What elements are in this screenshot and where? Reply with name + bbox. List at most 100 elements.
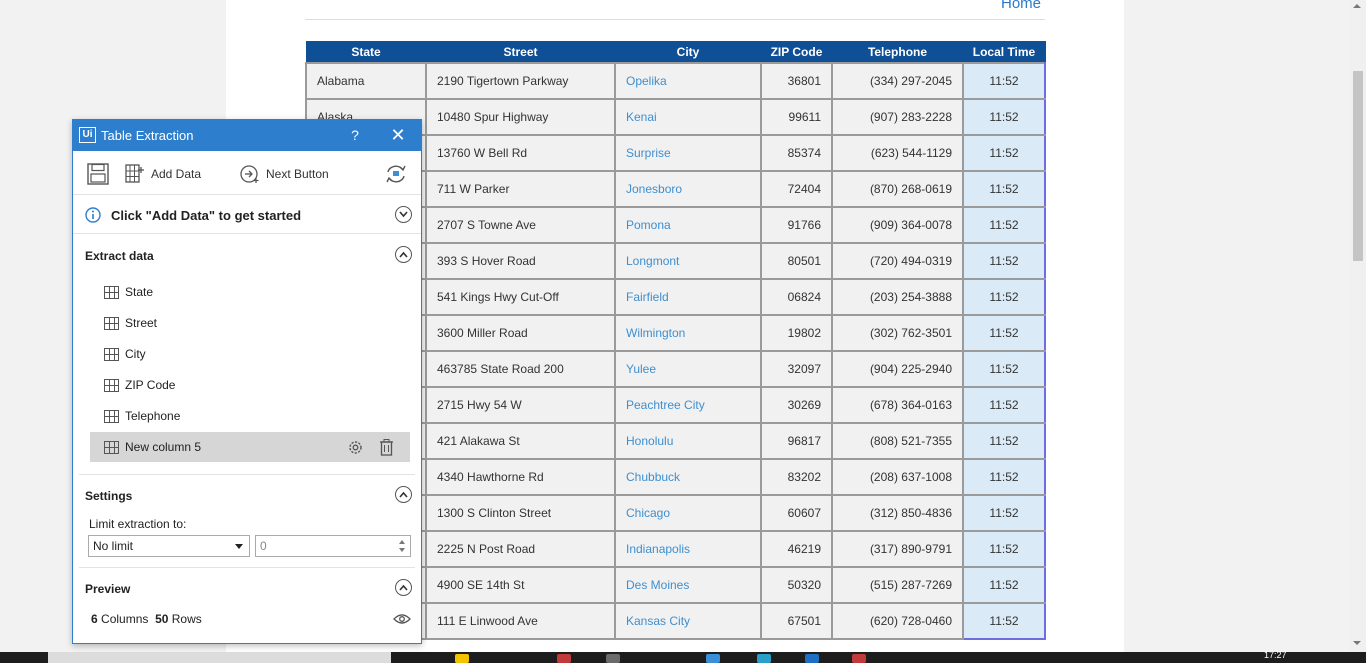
add-data-label: Add Data: [151, 167, 202, 181]
taskbar-app-icon[interactable]: [757, 654, 771, 663]
cell-zip: 80501: [760, 241, 833, 280]
taskbar-app-icon[interactable]: [706, 654, 720, 663]
taskbar-app-icon[interactable]: [606, 654, 620, 663]
next-button-button[interactable]: Next Button: [240, 163, 329, 185]
next-button-label: Next Button: [266, 167, 329, 181]
cell-time: 11:52: [962, 565, 1046, 604]
cell-city[interactable]: Kansas City: [614, 601, 762, 640]
cell-street: 541 Kings Hwy Cut-Off: [425, 277, 616, 316]
cell-city[interactable]: Indianapolis: [614, 529, 762, 568]
cell-zip: 46219: [760, 529, 833, 568]
add-data-icon: [125, 164, 144, 183]
cell-city[interactable]: Opelika: [614, 61, 762, 100]
column-item-label: New column 5: [125, 440, 202, 454]
cell-city[interactable]: Des Moines: [614, 565, 762, 604]
column-icon: [104, 285, 119, 299]
home-link[interactable]: Home: [1001, 0, 1041, 12]
column-item-zip-code[interactable]: ZIP Code: [90, 370, 410, 400]
cell-city[interactable]: Pomona: [614, 205, 762, 244]
cell-zip: 36801: [760, 61, 833, 100]
header-telephone[interactable]: Telephone: [831, 41, 964, 63]
cell-zip: 50320: [760, 565, 833, 604]
cell-zip: 32097: [760, 349, 833, 388]
chevron-up-icon: [399, 251, 408, 258]
trash-icon[interactable]: [379, 439, 394, 456]
column-item-telephone[interactable]: Telephone: [90, 401, 410, 431]
chevron-down-icon: [399, 211, 408, 218]
cell-time: 11:52: [962, 241, 1046, 280]
cell-city[interactable]: Chicago: [614, 493, 762, 532]
limit-select[interactable]: No limit: [88, 535, 250, 557]
header-state[interactable]: State: [305, 41, 427, 63]
close-button[interactable]: ✕: [389, 125, 407, 146]
cell-tel: (620) 728-0460: [831, 601, 964, 640]
cell-city[interactable]: Yulee: [614, 349, 762, 388]
eye-icon[interactable]: [393, 613, 411, 625]
columns-label: Columns: [101, 612, 149, 626]
cell-tel: (312) 850-4836: [831, 493, 964, 532]
taskbar-clock[interactable]: 17:27: [1264, 650, 1287, 660]
column-item-new-column-5[interactable]: New column 5: [90, 432, 410, 462]
cell-time: 11:52: [962, 61, 1046, 100]
stepper-down-icon[interactable]: [399, 548, 405, 552]
hint-expand-button[interactable]: [395, 206, 412, 223]
dialog-titlebar[interactable]: Ui Table Extraction ? ✕: [73, 120, 421, 151]
cell-street: 2715 Hwy 54 W: [425, 385, 616, 424]
header-city[interactable]: City: [614, 41, 762, 63]
cell-tel: (623) 544-1129: [831, 133, 964, 172]
column-item-street[interactable]: Street: [90, 308, 410, 338]
cell-street: 2225 N Post Road: [425, 529, 616, 568]
cell-city[interactable]: Kenai: [614, 97, 762, 136]
scroll-up-icon[interactable]: [1353, 4, 1361, 8]
page-scrollbar[interactable]: [1349, 0, 1366, 652]
taskbar-app-icon[interactable]: [805, 654, 819, 663]
table-row: Alabama 2190 Tigertown Parkway Opelika 3680…: [305, 61, 1046, 100]
stepper-up-icon[interactable]: [399, 540, 405, 544]
taskbar-app-icon[interactable]: [455, 654, 469, 663]
scroll-thumb[interactable]: [1353, 71, 1363, 261]
cell-tel: (808) 521-7355: [831, 421, 964, 460]
cell-street: 393 S Hover Road: [425, 241, 616, 280]
cell-zip: 72404: [760, 169, 833, 208]
cell-city[interactable]: Surprise: [614, 133, 762, 172]
rows-label: Rows: [171, 612, 202, 626]
column-icon: [104, 316, 119, 330]
add-data-button[interactable]: Add Data: [125, 163, 201, 185]
header-zip[interactable]: ZIP Code: [760, 41, 833, 63]
cell-city[interactable]: Peachtree City: [614, 385, 762, 424]
preview-collapse-button[interactable]: [395, 579, 412, 596]
extract-collapse-button[interactable]: [395, 246, 412, 263]
cell-city[interactable]: Fairfield: [614, 277, 762, 316]
help-button[interactable]: ?: [348, 127, 362, 143]
column-item-state[interactable]: State: [90, 277, 410, 307]
next-arrow-icon: [240, 165, 259, 183]
column-icon: [104, 378, 119, 392]
refresh-button[interactable]: [384, 163, 408, 185]
limit-number-stepper[interactable]: 0: [255, 535, 411, 557]
cell-city[interactable]: Longmont: [614, 241, 762, 280]
cell-city[interactable]: Jonesboro: [614, 169, 762, 208]
dialog-toolbar: Add Data Next Button: [73, 151, 421, 195]
taskbar-app-icon[interactable]: [852, 654, 866, 663]
cell-time: 11:52: [962, 277, 1046, 316]
cell-city[interactable]: Chubbuck: [614, 457, 762, 496]
cell-city[interactable]: Wilmington: [614, 313, 762, 352]
taskbar-search-strip[interactable]: [48, 652, 391, 663]
cell-street: 1300 S Clinton Street: [425, 493, 616, 532]
cell-city[interactable]: Honolulu: [614, 421, 762, 460]
save-button[interactable]: [87, 163, 109, 185]
save-icon: [87, 163, 109, 185]
settings-collapse-button[interactable]: [395, 486, 412, 503]
gear-icon[interactable]: [347, 439, 364, 456]
cell-zip: 60607: [760, 493, 833, 532]
header-street[interactable]: Street: [425, 41, 616, 63]
table-extraction-dialog: Ui Table Extraction ? ✕ Add Data Next Bu…: [72, 119, 422, 644]
header-local-time[interactable]: Local Time: [962, 41, 1046, 63]
cell-street: 711 W Parker: [425, 169, 616, 208]
cell-street: 421 Alakawa St: [425, 421, 616, 460]
column-item-city[interactable]: City: [90, 339, 410, 369]
scroll-down-icon[interactable]: [1353, 641, 1361, 645]
taskbar-app-icon[interactable]: [557, 654, 571, 663]
cell-zip: 19802: [760, 313, 833, 352]
header-divider: [305, 19, 1045, 20]
